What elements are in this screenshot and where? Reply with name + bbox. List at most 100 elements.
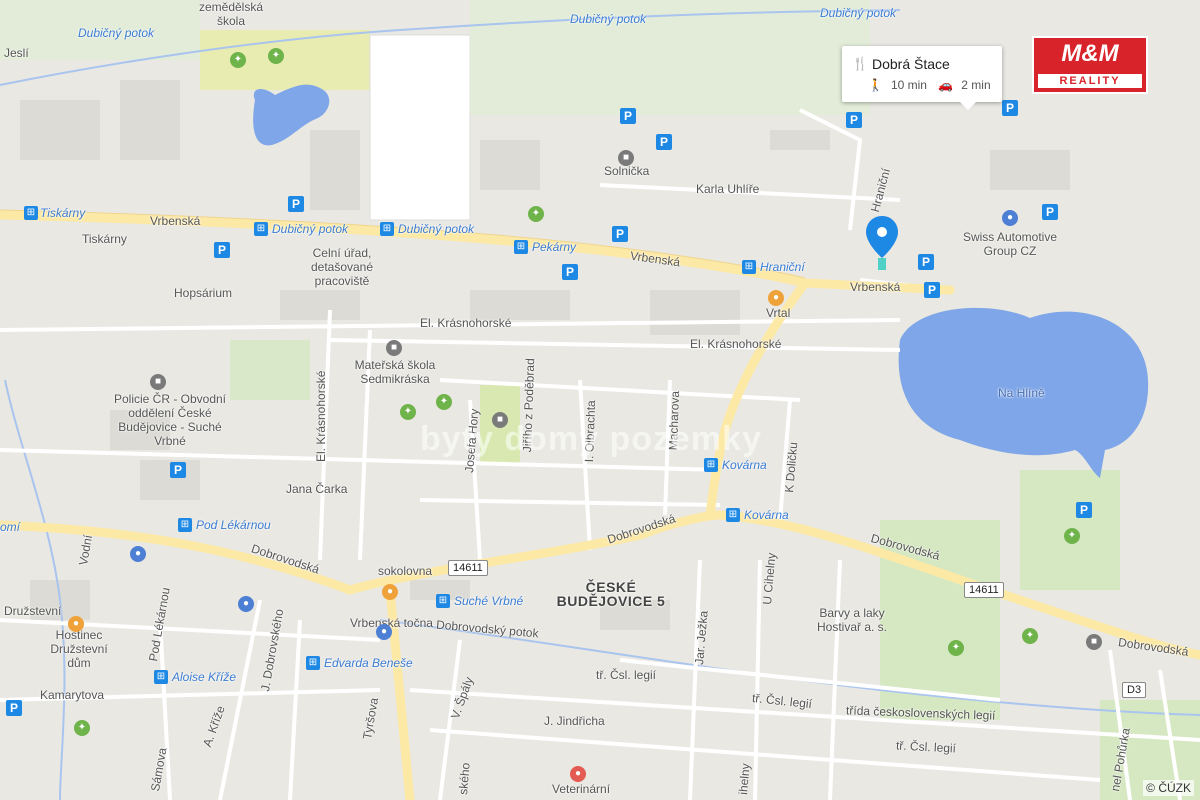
district-label-ceske-budejovice-5: ČESKÉ BUDĚJOVICE 5 xyxy=(556,579,666,609)
park-icon[interactable]: ✦ xyxy=(74,720,90,736)
parking-icon[interactable]: P xyxy=(214,242,230,258)
bus-stop-label-suche-vrbne: Suché Vrbné xyxy=(454,594,524,608)
transit-icon[interactable]: ■ xyxy=(1086,634,1102,650)
school-icon[interactable]: ■ xyxy=(386,340,402,356)
place-label-hostinec: Hostinec Družstevní dům xyxy=(50,628,108,670)
place-label-barvy-a-laky: Barvy a laky Hostivař a. s. xyxy=(816,606,888,634)
street-label-vrbenska-west: Vrbenská xyxy=(150,214,201,228)
place-label-vrbenska-tocna: Vrbenská točna xyxy=(350,616,433,630)
drive-time: 2 min xyxy=(961,78,991,92)
bus-stop-label-hranicni: Hraniční xyxy=(760,260,805,274)
place-label-celni-urad: Celní úřad, detašované pracoviště xyxy=(310,246,374,288)
fuel-icon[interactable]: ● xyxy=(768,290,784,306)
place-label-sokolovna: sokolovna xyxy=(378,564,433,578)
parking-icon[interactable]: P xyxy=(6,700,22,716)
location-pin-icon[interactable] xyxy=(864,214,900,274)
street-label-dubicny-potok-northeast: Dubičný potok xyxy=(820,6,897,20)
parking-icon[interactable]: P xyxy=(170,462,186,478)
copyright-notice: © ČÚZK xyxy=(1143,780,1194,796)
park-icon[interactable]: ✦ xyxy=(436,394,452,410)
restaurant-icon: 🍴 xyxy=(852,56,869,71)
route-shield-14611-west: 14611 xyxy=(448,560,488,576)
popup-title: Dobrá Štace xyxy=(872,56,950,72)
bus-stop-edvarda-benese-icon[interactable]: ⊞ xyxy=(306,656,320,670)
bus-stop-aloise-krize-icon[interactable]: ⊞ xyxy=(154,670,168,684)
street-label-dobrovskeho-south: ského xyxy=(456,762,473,796)
place-label-policie: Policie ČR - Obvodní oddělení České Budě… xyxy=(113,392,227,448)
vet-icon[interactable]: ● xyxy=(570,766,586,782)
parking-icon[interactable]: P xyxy=(656,134,672,150)
street-label-druzstevni: Družstevní xyxy=(4,604,62,618)
bus-stop-pekarny-icon[interactable]: ⊞ xyxy=(514,240,528,254)
place-label-vrtal: Vrtal xyxy=(766,306,791,320)
parking-icon[interactable]: P xyxy=(288,196,304,212)
street-label-kamarytova: Kamarytova xyxy=(40,688,105,702)
walk-time: 10 min xyxy=(890,78,927,92)
place-info-popup[interactable]: 🍴 Dobrá Štace 🚶 10 min 🚗 2 min xyxy=(842,46,1002,110)
parking-icon[interactable]: P xyxy=(612,226,628,242)
street-label-karla-uhlire: Karla Uhlíře xyxy=(696,182,760,196)
parking-icon[interactable]: P xyxy=(1042,204,1058,220)
bus-stop-kovarna-1-icon[interactable]: ⊞ xyxy=(704,458,718,472)
parking-icon[interactable]: P xyxy=(1076,502,1092,518)
park-icon[interactable]: ✦ xyxy=(528,206,544,222)
parking-icon[interactable]: P xyxy=(924,282,940,298)
playground-icon[interactable]: ● xyxy=(238,596,254,612)
street-label-jana-carka: Jana Čarka xyxy=(286,482,348,496)
car-repair-icon[interactable]: ● xyxy=(1002,210,1018,226)
bus-stop-label-dubicny-potok-2: Dubičný potok xyxy=(398,222,475,236)
police-icon[interactable]: ■ xyxy=(150,374,166,390)
place-label-hopsarium: Hopsárium xyxy=(174,286,233,300)
bus-stop-dubicny-potok-1-icon[interactable]: ⊞ xyxy=(254,222,268,236)
map-view[interactable]: Vrbenská Vrbenská Vrbenská Dubičný potok… xyxy=(0,0,1200,800)
bus-stop-label-kovarna-1: Kovárna xyxy=(722,458,767,472)
walk-icon: 🚶 xyxy=(868,78,883,92)
place-label-swiss-automotive: Swiss Automotive Group CZ xyxy=(962,230,1058,258)
park-icon[interactable]: ✦ xyxy=(230,52,246,68)
garden-center-icon[interactable]: ✦ xyxy=(948,640,964,656)
mm-reality-logo: M&M REALITY xyxy=(1032,36,1148,94)
bus-stop-hranicni-icon[interactable]: ⊞ xyxy=(742,260,756,274)
route-shield-d3: D3 xyxy=(1122,682,1147,698)
street-label-el-krasnohorske-vertical: El. Krásnohorské xyxy=(314,370,328,462)
bus-stop-kovarna-2-icon[interactable]: ⊞ xyxy=(726,508,740,522)
street-label-dubicny-potok-north: Dubičný potok xyxy=(570,12,647,26)
logo-mark: M&M xyxy=(1061,40,1119,67)
parking-icon[interactable]: P xyxy=(1002,100,1018,116)
place-label-ms-sedmikraska: Mateřská škola Sedmikráska xyxy=(354,358,436,386)
street-label-vrbenska-east: Vrbenská xyxy=(850,280,901,294)
street-label-jesli: Jeslí xyxy=(4,46,29,60)
shop-icon[interactable]: ● xyxy=(376,624,392,640)
street-label-tr-csl-legii-1: tř. Čsl. legií xyxy=(596,668,657,682)
logo-wordmark: REALITY xyxy=(1038,74,1142,88)
parking-icon[interactable]: P xyxy=(620,108,636,124)
garden-center-icon[interactable]: ✦ xyxy=(1022,628,1038,644)
street-label-cihelny-south: ihelny xyxy=(736,762,753,796)
bus-stop-label-omi: omí xyxy=(0,520,21,534)
hotel-icon[interactable]: ■ xyxy=(618,150,634,166)
restaurant-icon[interactable]: ● xyxy=(382,584,398,600)
street-label-el-krasnohorske-center: El. Krásnohorské xyxy=(420,316,512,330)
route-shield-14611-east: 14611 xyxy=(964,582,1004,598)
street-label-el-krasnohorske-east: El. Krásnohorské xyxy=(690,337,782,351)
parking-icon[interactable]: P xyxy=(846,112,862,128)
bus-stop-label-edvarda-benese: Edvarda Beneše xyxy=(324,656,413,670)
parking-icon[interactable]: P xyxy=(562,264,578,280)
garden-center-icon[interactable]: ✦ xyxy=(1064,528,1080,544)
parking-icon[interactable]: P xyxy=(918,254,934,270)
restaurant-icon[interactable]: ● xyxy=(68,616,84,632)
bus-stop-label-tiskarny: Tiskárny xyxy=(40,206,86,220)
park-icon[interactable]: ✦ xyxy=(400,404,416,420)
bus-stop-pod-lekarnou-icon[interactable]: ⊞ xyxy=(178,518,192,532)
bus-stop-label-pod-lekarnou: Pod Lékárnou xyxy=(196,518,271,532)
shop-icon[interactable]: ● xyxy=(130,546,146,562)
bus-stop-tiskarny-icon[interactable]: ⊞ xyxy=(24,206,38,220)
park-icon[interactable]: ✦ xyxy=(268,48,284,64)
popup-travel-times: 🚶 10 min 🚗 2 min xyxy=(868,78,999,92)
bus-stop-dubicny-potok-2-icon[interactable]: ⊞ xyxy=(380,222,394,236)
bus-stop-label-dubicny-potok-1: Dubičný potok xyxy=(272,222,349,236)
bus-stop-suche-vrbne-icon[interactable]: ⊞ xyxy=(436,594,450,608)
bus-stop-label-kovarna-2: Kovárna xyxy=(744,508,789,522)
car-icon: 🚗 xyxy=(938,78,954,92)
street-label-j-jindricha: J. Jindřicha xyxy=(544,714,605,728)
